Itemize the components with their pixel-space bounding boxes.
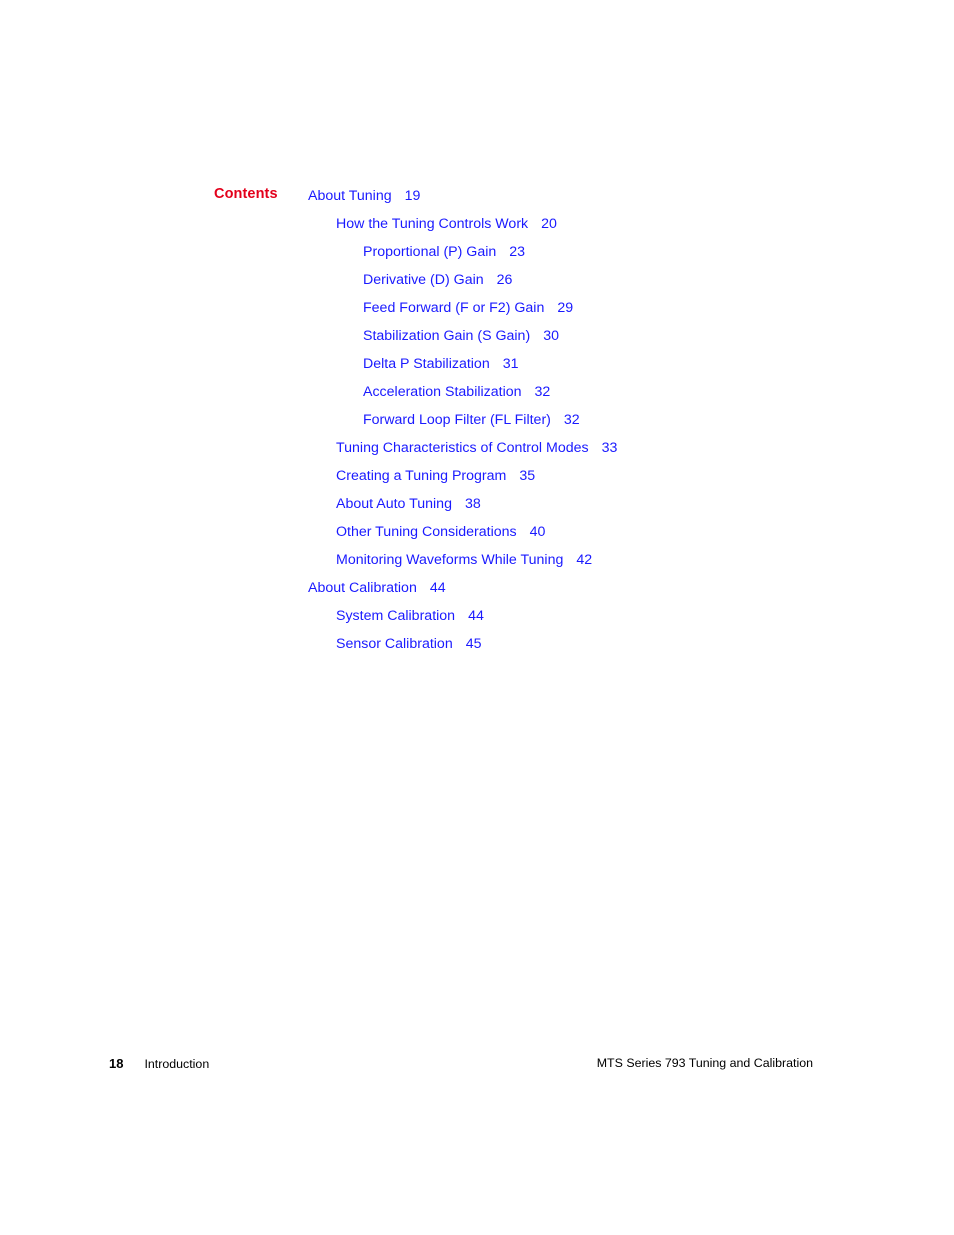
toc-entry[interactable]: Derivative (D) Gain 26 <box>0 266 954 294</box>
toc-entry-page-number: 31 <box>502 356 519 372</box>
toc-entry-page-number: 44 <box>468 608 484 624</box>
toc-entry[interactable]: Delta P Stabilization 31 <box>0 350 954 378</box>
toc-entry-page-number: 32 <box>563 412 580 428</box>
table-of-contents-list: About Tuning 19 How the Tuning Controls Wo… <box>0 182 954 658</box>
toc-entry[interactable]: Other Tuning Considerations 40 <box>0 518 954 546</box>
toc-entry-page-number: 23 <box>509 244 526 260</box>
toc-entry-page-number: 33 <box>601 440 618 456</box>
toc-entry-page-number: 42 <box>576 552 593 568</box>
toc-entry-page-number: 44 <box>429 580 446 596</box>
footer-left-group: 18 Introduction <box>109 1056 209 1071</box>
toc-entry-page-number: 35 <box>519 468 536 484</box>
toc-entry-title: How the Tuning Controls Work <box>336 216 529 232</box>
toc-entry-page-number: 32 <box>534 384 551 400</box>
toc-entry-page-number: 29 <box>557 300 574 316</box>
toc-entry-title: Delta P Stabilization <box>363 356 490 372</box>
toc-entry-title: About Tuning <box>308 188 392 204</box>
toc-entry-page-number: 20 <box>541 216 557 232</box>
toc-entry-title: Tuning Characteristics of Control Modes <box>336 440 589 456</box>
toc-entry[interactable]: About Calibration 44 <box>0 574 954 602</box>
footer-manual-title: MTS Series 793 Tuning and Calibration <box>596 1056 813 1070</box>
toc-entry-title: Other Tuning Considerations <box>336 524 517 540</box>
toc-entry-title: Creating a Tuning Program <box>336 468 507 484</box>
toc-entry[interactable]: Forward Loop Filter (FL Filter) 32 <box>0 406 954 434</box>
toc-entry-page-number: 45 <box>465 636 482 652</box>
toc-entry-title: Feed Forward (F or F2) Gain <box>363 300 545 316</box>
toc-entry[interactable]: How the Tuning Controls Work 20 <box>0 210 954 238</box>
toc-entry[interactable]: About Tuning 19 <box>0 182 954 210</box>
toc-entry-page-number: 38 <box>464 496 481 512</box>
toc-entry-title: About Calibration <box>308 580 417 596</box>
toc-entry-title: Acceleration Stabilization <box>363 384 522 400</box>
toc-entry-page-number: 19 <box>404 188 421 204</box>
toc-entry[interactable]: System Calibration 44 <box>0 602 954 630</box>
toc-entry-title: Proportional (P) Gain <box>363 244 497 260</box>
footer-section-name: Introduction <box>144 1057 210 1071</box>
toc-entry-title: Monitoring Waveforms While Tuning <box>336 552 564 568</box>
toc-entry-page-number: 30 <box>543 328 559 344</box>
toc-entry-title: Sensor Calibration <box>336 636 453 652</box>
toc-entry[interactable]: About Auto Tuning 38 <box>0 490 954 518</box>
toc-entry[interactable]: Stabilization Gain (S Gain) 30 <box>0 322 954 350</box>
page-footer: 18 Introduction MTS Series 793 Tuning and… <box>0 1056 954 1078</box>
toc-entry-title: About Auto Tuning <box>336 496 452 512</box>
document-page: Contents About Tuning 19 How the Tuning Co… <box>0 0 954 1235</box>
toc-entry[interactable]: Feed Forward (F or F2) Gain 29 <box>0 294 954 322</box>
toc-entry-title: Stabilization Gain (S Gain) <box>363 328 531 344</box>
toc-entry-title: Derivative (D) Gain <box>363 272 484 288</box>
toc-entry-title: Forward Loop Filter (FL Filter) <box>363 412 551 428</box>
toc-entry[interactable]: Acceleration Stabilization 32 <box>0 378 954 406</box>
toc-entry[interactable]: Sensor Calibration 45 <box>0 630 954 658</box>
toc-entry[interactable]: Creating a Tuning Program 35 <box>0 462 954 490</box>
toc-entry-page-number: 40 <box>529 524 546 540</box>
toc-entry[interactable]: Tuning Characteristics of Control Modes 3… <box>0 434 954 462</box>
footer-page-number: 18 <box>109 1056 124 1071</box>
toc-entry[interactable]: Monitoring Waveforms While Tuning 42 <box>0 546 954 574</box>
toc-entry[interactable]: Proportional (P) Gain 23 <box>0 238 954 266</box>
toc-entry-title: System Calibration <box>336 608 456 624</box>
toc-entry-page-number: 26 <box>496 272 513 288</box>
